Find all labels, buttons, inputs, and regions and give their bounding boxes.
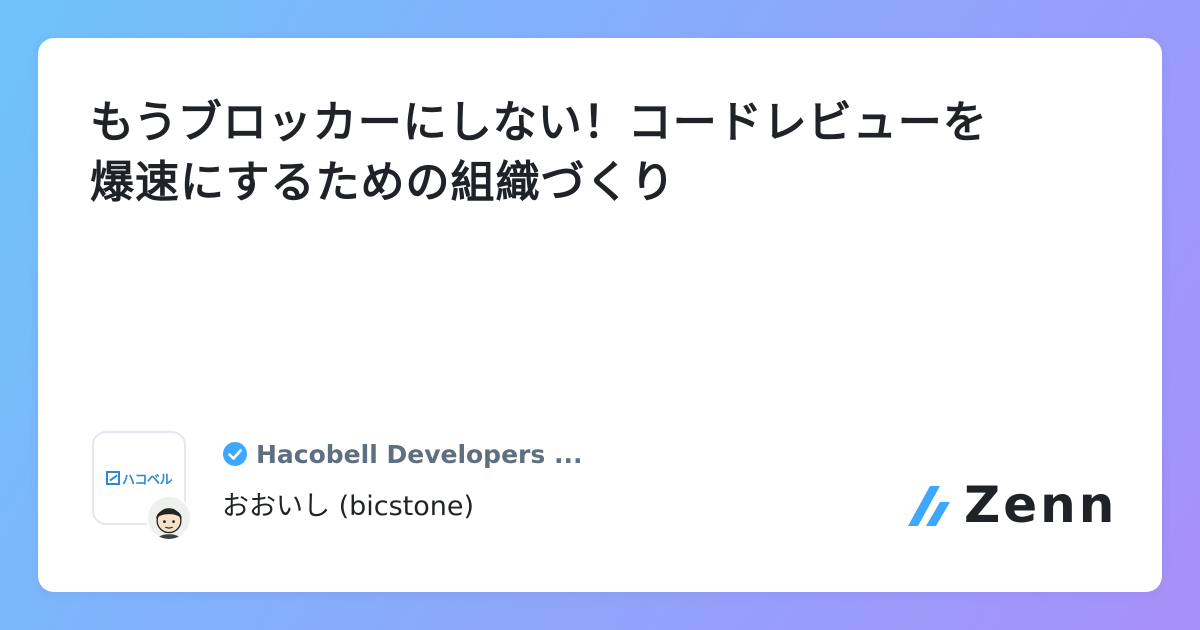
og-card: もうブロッカーにしない！コードレビューを爆速にするための組織づくり ハコベル H…	[38, 38, 1162, 592]
author-avatar	[146, 495, 192, 541]
author-name: おおいし (bicstone)	[222, 491, 475, 522]
publication-logo-text: ハコベル	[121, 472, 173, 488]
publication-row: Hacobell Developers ...	[222, 438, 582, 470]
verified-check-icon	[223, 442, 247, 466]
publication-name: Hacobell Developers ...	[256, 439, 583, 469]
brand-name: Zenn	[964, 476, 1118, 534]
publication-logo-mark: ハコベル	[105, 469, 173, 488]
article-title: もうブロッカーにしない！コードレビューを爆速にするための組織づくり	[90, 97, 988, 208]
zenn-logo-icon	[908, 486, 950, 526]
hacobell-box-icon	[105, 471, 120, 485]
avatar-face-icon	[156, 508, 182, 539]
zenn-brand: Zenn	[906, 480, 1117, 530]
